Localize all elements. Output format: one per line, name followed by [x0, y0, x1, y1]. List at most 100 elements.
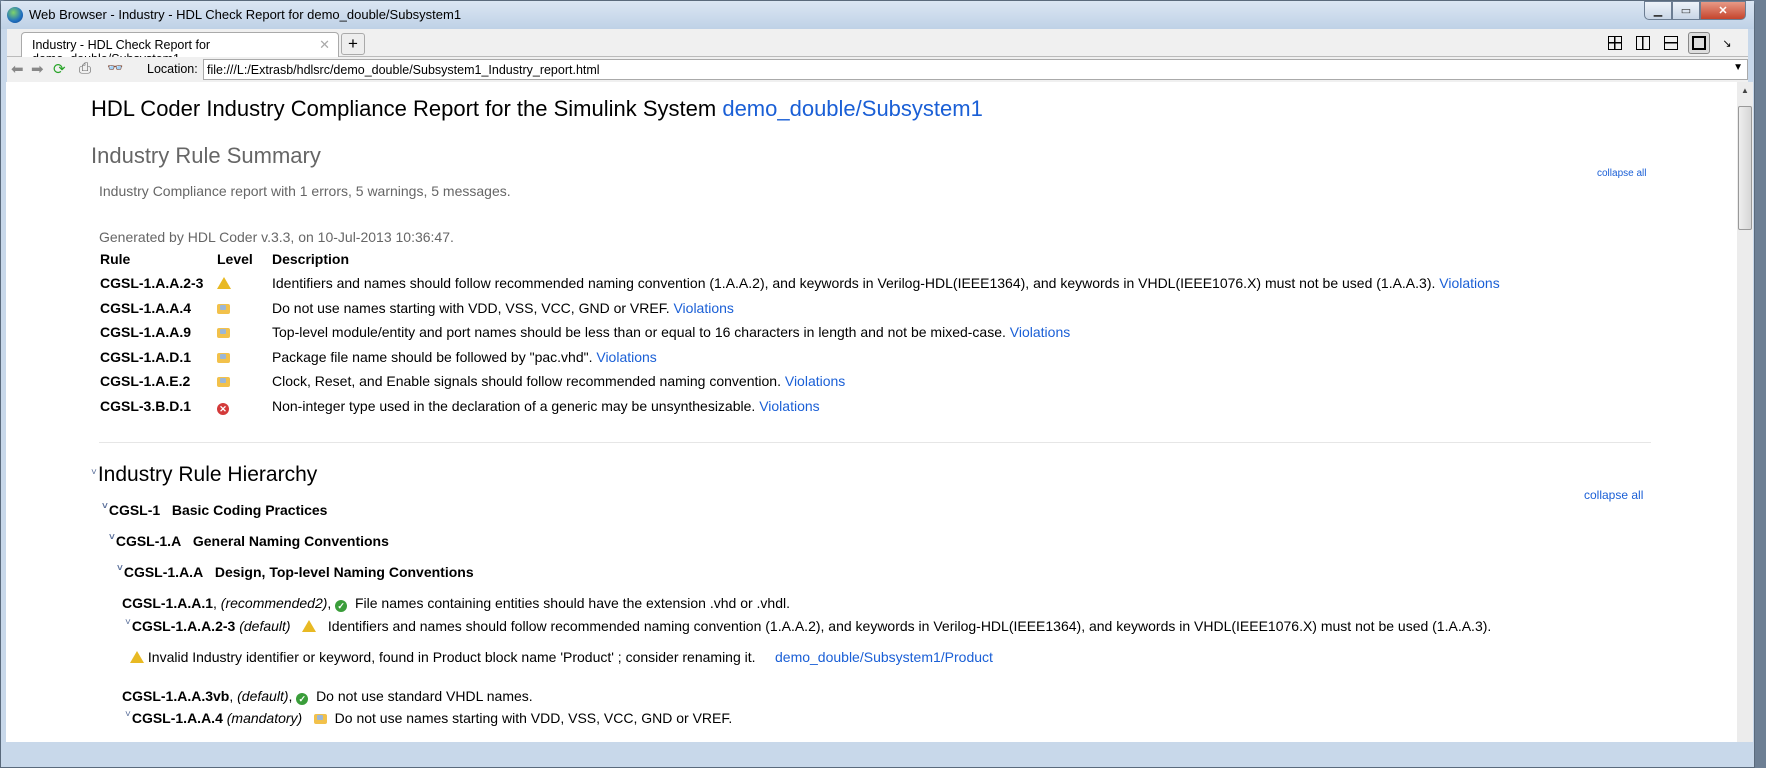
collapse-all-summary[interactable]: collapse all	[1597, 168, 1646, 179]
location-label: Location:	[147, 62, 198, 76]
rule-1aa1: CGSL-1.A.A.1, (recommended2), ✓ File nam…	[122, 595, 791, 612]
level-cell	[217, 349, 230, 365]
rule-id: CGSL-1.A.A.1	[122, 595, 214, 611]
violations-link[interactable]: Violations	[673, 300, 733, 316]
globe-icon	[7, 7, 23, 23]
violations-link[interactable]: Violations	[1010, 324, 1070, 340]
col-rule: Rule	[100, 251, 131, 267]
undock-icon[interactable]: ↘	[1716, 32, 1738, 54]
refresh-icon[interactable]: ⟳	[53, 60, 66, 78]
window-title: Web Browser - Industry - HDL Check Repor…	[29, 7, 462, 22]
generated-text: Generated by HDL Coder v.3.3, on 10-Jul-…	[99, 229, 454, 245]
message-icon	[217, 352, 230, 363]
scroll-up-icon[interactable]: ▲	[1741, 86, 1749, 95]
layout-single-icon[interactable]	[1688, 32, 1710, 54]
hierarchy-title: Industry Rule Hierarchy	[97, 463, 318, 486]
print-icon[interactable]: ⎙	[79, 60, 91, 77]
dropdown-arrow-icon[interactable]: ▼	[1733, 62, 1743, 73]
back-icon[interactable]: ⬅	[11, 60, 24, 78]
block-link[interactable]: demo_double/Subsystem1/Product	[775, 649, 993, 665]
description-cell: Clock, Reset, and Enable signals should …	[272, 373, 845, 389]
rule-desc: Clock, Reset, and Enable signals should …	[272, 373, 781, 389]
title-bar: Web Browser - Industry - HDL Check Repor…	[1, 1, 1754, 29]
warning-icon	[217, 277, 231, 289]
rule-1aa2-3: ˅CGSL-1.A.A.2-3 (default) Identifiers an…	[125, 617, 1492, 634]
layout-rows-icon[interactable]	[1660, 32, 1682, 54]
message-text: Invalid Industry identifier or keyword, …	[147, 649, 756, 665]
close-button[interactable]: ✕	[1700, 1, 1746, 20]
vertical-scrollbar[interactable]: ▲	[1737, 82, 1753, 742]
location-input[interactable]: file:///L:/Extrasb/hdlsrc/demo_double/Su…	[203, 59, 1748, 80]
message-icon	[217, 303, 230, 314]
description-cell: Non-integer type used in the declaration…	[272, 398, 820, 414]
node-id: CGSL-1.A.A	[123, 564, 204, 580]
rule-id: CGSL-1.A.A.4	[131, 710, 223, 726]
toolbar: ⬅ ➡ ⟳ ⎙ 👓 Location: file:///L:/Extrasb/h…	[7, 57, 1748, 82]
col-level: Level	[217, 251, 253, 267]
maximize-button[interactable]: ▭	[1672, 1, 1700, 20]
violations-link[interactable]: Violations	[1439, 275, 1499, 291]
message-icon	[217, 377, 230, 387]
system-link[interactable]: demo_double/Subsystem1	[722, 96, 983, 121]
node-name: General Naming Conventions	[192, 533, 389, 549]
description-cell: Package file name should be followed by …	[272, 349, 657, 365]
rule-id: CGSL-1.A.A.2-3	[131, 618, 236, 634]
message-icon	[217, 328, 230, 338]
node-name: Basic Coding Practices	[171, 502, 328, 518]
find-icon[interactable]: 👓	[107, 60, 123, 76]
pass-icon: ✓	[296, 693, 309, 705]
rule-desc: Do not use standard VHDL names.	[316, 688, 533, 704]
rule-desc: Identifiers and names should follow reco…	[327, 618, 1492, 634]
minimize-button[interactable]: ▁	[1644, 1, 1672, 20]
level-cell: ✕	[217, 398, 229, 415]
tree-cgsl-1a[interactable]: ˅CGSL-1.A General Naming Conventions	[109, 532, 389, 549]
description-cell: Top-level module/entity and port names s…	[272, 324, 1070, 340]
warning-icon	[302, 620, 317, 632]
rule-mode: (default)	[237, 688, 289, 704]
layout-grid-icon[interactable]	[1604, 32, 1626, 54]
node-name: Design, Top-level Naming Conventions	[214, 564, 474, 580]
chevron-down-icon[interactable]: ˅	[125, 709, 131, 720]
report-content: HDL Coder Industry Compliance Report for…	[6, 82, 1737, 742]
level-cell	[217, 373, 230, 389]
tree-cgsl-1aa[interactable]: ˅CGSL-1.A.A Design, Top-level Naming Con…	[117, 563, 474, 580]
rule-id: CGSL-1.A.A.3vb	[122, 688, 230, 704]
pass-icon: ✓	[335, 600, 348, 612]
rule-desc: Non-integer type used in the declaration…	[272, 397, 756, 414]
layout-columns-icon[interactable]	[1632, 32, 1654, 54]
violations-link[interactable]: Violations	[759, 398, 819, 414]
close-tab-icon[interactable]: ✕	[319, 37, 330, 53]
forward-icon[interactable]: ➡	[31, 60, 44, 78]
rule-1aa4: ˅CGSL-1.A.A.4 (mandatory) Do not use nam…	[125, 709, 733, 726]
chevron-down-icon[interactable]: ˅	[117, 563, 123, 574]
warning-icon	[130, 651, 144, 663]
chevron-down-icon[interactable]: ˅	[102, 501, 108, 512]
divider	[99, 442, 1651, 443]
tab-report[interactable]: Industry - HDL Check Report for demo_dou…	[21, 32, 339, 66]
rule-desc: Top-level module/entity and port names s…	[272, 324, 1006, 340]
chevron-down-icon[interactable]: ˅	[91, 467, 97, 478]
chevron-down-icon[interactable]: ˅	[109, 532, 115, 543]
rule-mode: (mandatory)	[226, 710, 303, 726]
hierarchy-heading: ˅Industry Rule Hierarchy	[91, 463, 317, 487]
summary-heading: Industry Rule Summary	[91, 143, 321, 168]
new-tab-button[interactable]: +	[341, 33, 365, 55]
rule-desc: Do not use names starting with VDD, VSS,…	[334, 710, 733, 726]
tree-cgsl-1[interactable]: ˅CGSL-1 Basic Coding Practices	[102, 501, 328, 518]
violations-link[interactable]: Violations	[785, 373, 845, 389]
rule-id: CGSL-1.A.D.1	[100, 348, 192, 365]
rule-desc: Identifiers and names should follow reco…	[272, 275, 1436, 291]
chevron-down-icon[interactable]: ˅	[125, 617, 131, 628]
collapse-all-hierarchy[interactable]: collapse all	[1584, 488, 1643, 502]
tab-bar: Industry - HDL Check Report for demo_dou…	[7, 29, 1748, 66]
violation-message: Invalid Industry identifier or keyword, …	[130, 649, 993, 665]
col-description: Description	[272, 251, 350, 267]
rule-id: CGSL-1.A.A.9	[100, 324, 192, 340]
rule-id: CGSL-3.B.D.1	[100, 397, 192, 414]
message-icon	[313, 714, 327, 724]
scrollbar-thumb[interactable]	[1738, 106, 1752, 230]
level-cell	[217, 275, 231, 291]
node-id: CGSL-1.A	[115, 533, 182, 549]
violations-link[interactable]: Violations	[596, 349, 656, 365]
summary-text: Industry Compliance report with 1 errors…	[99, 183, 511, 199]
